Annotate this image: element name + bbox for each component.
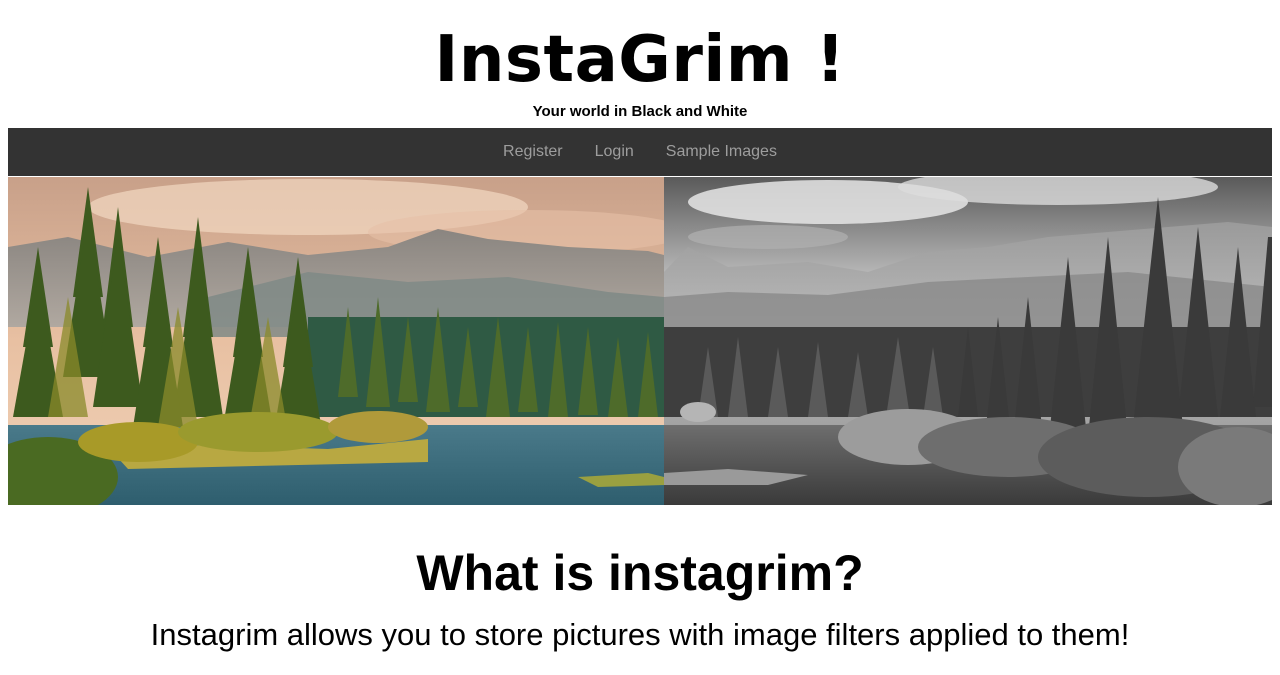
nav-sample-images-link[interactable]: Sample Images xyxy=(650,128,793,176)
nav-login-link[interactable]: Login xyxy=(579,128,650,176)
main-navbar: Register Login Sample Images xyxy=(8,128,1272,176)
nav-register-link[interactable]: Register xyxy=(487,128,579,176)
about-description: Instagrim allows you to store pictures w… xyxy=(150,617,1130,652)
hero-image xyxy=(8,177,1272,505)
site-tagline: Your world in Black and White xyxy=(532,103,748,120)
about-heading: What is instagrim? xyxy=(416,545,864,601)
site-title: InstaGrim ! xyxy=(434,23,846,97)
landscape-image xyxy=(8,177,1272,505)
